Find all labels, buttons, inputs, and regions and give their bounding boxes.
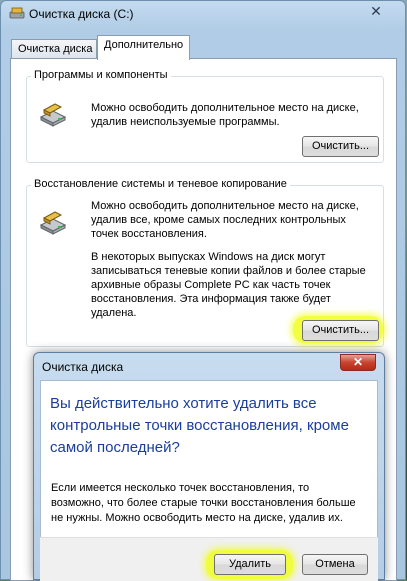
restore-clean-button[interactable]: Очистить...	[302, 320, 379, 341]
delete-button[interactable]: Удалить	[214, 554, 286, 575]
window-title: Очистка диска (C:)	[29, 7, 134, 21]
cancel-button[interactable]: Отмена	[302, 554, 368, 575]
dialog-footer: Удалить Отмена	[40, 537, 378, 581]
drive-cleanup-icon	[38, 206, 68, 236]
dialog-heading: Вы действительно хотите удалить все конт…	[50, 395, 349, 456]
programs-clean-button[interactable]: Очистить...	[302, 136, 379, 157]
tab-disk-cleanup[interactable]: Очистка диска	[11, 39, 97, 59]
dialog-body: Вы действительно хотите удалить все конт…	[40, 380, 378, 551]
restore-description: Можно освободить дополнительное место на…	[91, 200, 359, 240]
window-close-button[interactable]: ✕	[361, 3, 391, 19]
restore-group: Восстановление системы и теневое копиров…	[26, 178, 384, 347]
dialog-title: Очистка диска	[42, 360, 124, 374]
programs-description: Можно освободить дополнительное место на…	[91, 102, 359, 128]
confirm-dialog: Очистка диска ✕ Вы действительно хотите …	[33, 352, 385, 581]
dialog-close-button[interactable]: ✕	[340, 354, 376, 371]
programs-group-title: Программы и компоненты	[31, 69, 171, 81]
disk-cleanup-icon	[9, 6, 25, 20]
tab-more-options[interactable]: Дополнительно	[97, 35, 190, 60]
restore-group-title: Восстановление системы и теневое копиров…	[31, 178, 290, 190]
dialog-message: Если имеется несколько точек восстановле…	[51, 482, 356, 524]
programs-group: Программы и компоненты Можно освободить …	[26, 69, 384, 163]
title-bar[interactable]: Очистка диска (C:) ✕	[1, 1, 405, 27]
restore-note: В некоторых выпусках Windows на диск мог…	[91, 251, 366, 319]
drive-cleanup-icon	[38, 98, 68, 128]
